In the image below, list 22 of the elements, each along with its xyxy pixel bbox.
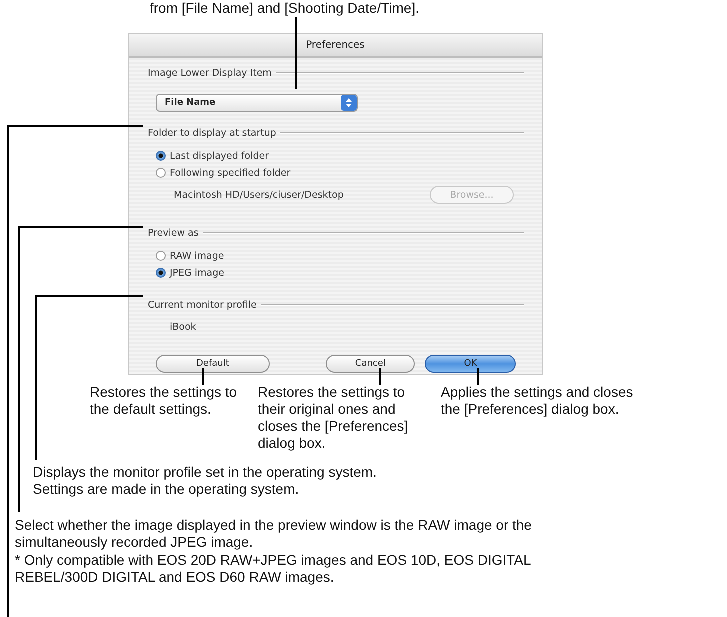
footnote-text: * Only compatible with EOS 20D RAW+JPEG images and EOS 10D, EOS DIGITAL REBEL/300D DIGITAL and EOS D60 RAW images. [15,552,532,586]
radio-label: Following specified folder [170,168,291,178]
dialog-button[interactable]: OK [425,355,516,373]
dialog-button[interactable]: Cancel [326,355,416,373]
dialog-title: Preferences [129,34,542,58]
dropdown[interactable]: File Name [156,94,358,112]
callout-text: Restores the settings to the default settings. [90,384,238,419]
dialog-button[interactable]: Default [156,355,270,373]
callout-text: Restores the settings to their original ones and closes the [Preferences] dialog box. [258,384,410,452]
callout-text: Select whether the image displayed in the preview window is the RAW image or the simultaneously recorded JPEG image. [15,517,533,551]
group-heading: Preview as [148,228,199,238]
radio-label: JPEG image [170,268,225,278]
folder-path: Macintosh HD/Users/ciuser/Desktop [174,190,344,200]
radio-label: Last displayed folder [170,150,270,162]
group-heading: Image Lower Display Item [148,68,272,78]
profile-name: iBook [170,322,198,333]
radio-label: RAW image [170,250,224,262]
group-heading: Folder to display at startup [148,128,276,138]
callout-text: Applies the settings and closes the [Preferences] dialog box. [441,384,634,419]
group-heading: Current monitor profile [148,300,257,310]
callout-text: from [File Name] and [Shooting Date/Time]. [150,0,420,16]
callout-text: Displays the monitor profile set in the operating system. Settings are made in the operating system. [33,464,378,498]
